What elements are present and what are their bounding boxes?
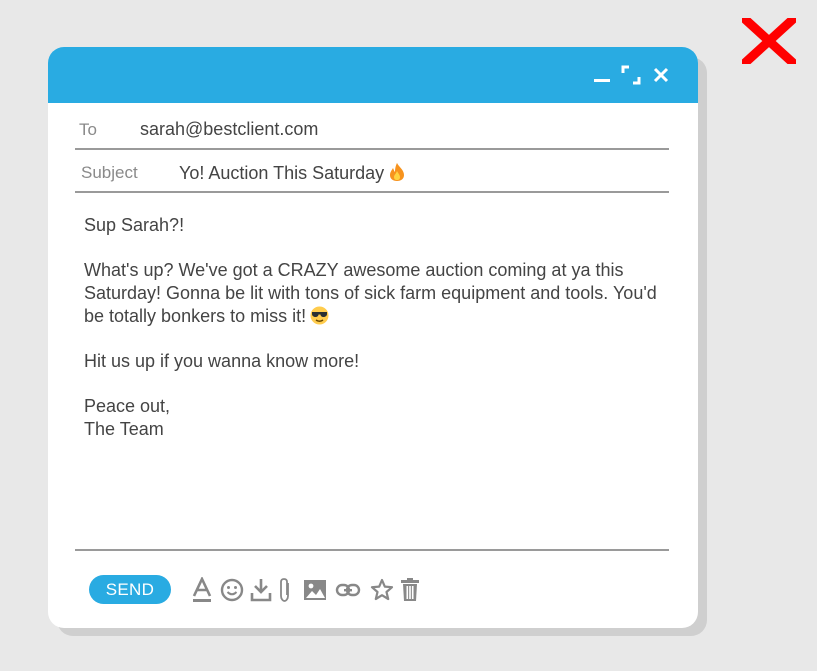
message-body[interactable]: Sup Sarah?! What's up? We've got a CRAZY… bbox=[84, 214, 664, 441]
body-paragraph-text: What's up? We've got a CRAZY awesome auc… bbox=[84, 260, 657, 326]
subject-label: Subject bbox=[81, 163, 138, 182]
to-field[interactable]: To sarah@bestclient.com bbox=[75, 106, 669, 150]
trash-icon[interactable] bbox=[400, 577, 420, 603]
minimize-icon[interactable] bbox=[593, 65, 611, 85]
title-bar bbox=[48, 47, 698, 103]
subject-field[interactable]: Subject Yo! Auction This Saturday bbox=[75, 149, 669, 193]
send-button[interactable]: SEND bbox=[89, 575, 171, 604]
call-to-action: Hit us up if you wanna know more! bbox=[84, 351, 360, 371]
to-input[interactable]: sarah@bestclient.com bbox=[140, 119, 318, 140]
close-icon[interactable] bbox=[652, 65, 670, 85]
sunglasses-emoji-icon bbox=[310, 306, 329, 325]
subject-text: Yo! Auction This Saturday bbox=[179, 163, 385, 183]
text-format-icon[interactable] bbox=[192, 577, 212, 603]
signoff: Peace out, bbox=[84, 396, 171, 416]
maximize-icon[interactable] bbox=[621, 65, 641, 85]
fire-emoji-icon bbox=[390, 163, 405, 181]
image-icon[interactable] bbox=[303, 577, 327, 603]
compose-window: To sarah@bestclient.com Subject Yo! Auct… bbox=[48, 47, 698, 628]
toolbar-divider bbox=[75, 549, 669, 551]
greeting: Sup Sarah?! bbox=[84, 215, 185, 235]
link-icon[interactable] bbox=[335, 577, 361, 603]
star-icon[interactable] bbox=[370, 577, 394, 603]
close-x-icon[interactable] bbox=[742, 18, 796, 64]
attachment-icon[interactable] bbox=[278, 577, 292, 603]
subject-input[interactable]: Yo! Auction This Saturday bbox=[179, 162, 406, 184]
body-paragraph: What's up? We've got a CRAZY awesome auc… bbox=[84, 259, 664, 328]
download-icon[interactable] bbox=[250, 577, 272, 603]
to-label: To bbox=[79, 120, 97, 139]
signature: The Team bbox=[84, 419, 164, 439]
emoji-icon[interactable] bbox=[220, 577, 244, 603]
